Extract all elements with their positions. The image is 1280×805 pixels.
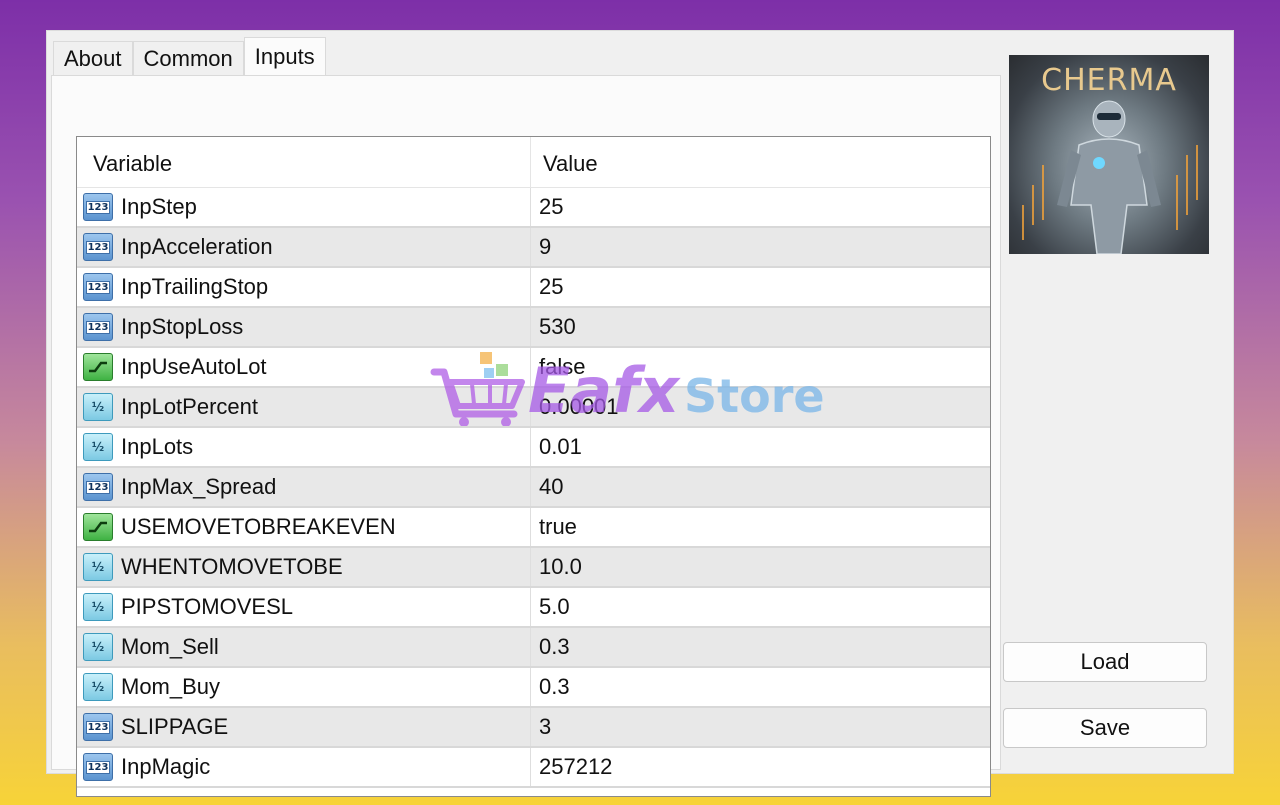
variable-cell: 123 InpAcceleration [77,228,531,266]
product-logo: CHERMA [1009,55,1209,254]
variable-name: InpStep [121,194,197,219]
table-row[interactable]: ½ Mom_Sell 0.3 [77,628,990,668]
value-cell[interactable]: 40 [531,468,990,506]
double-type-icon: ½ [83,553,113,581]
variable-name: InpStopLoss [121,314,244,339]
table-row[interactable]: ½ WHENTOMOVETOBE 10.0 [77,548,990,588]
variable-cell: 123 SLIPPAGE [77,708,531,746]
variable-cell: ½ Mom_Buy [77,668,531,706]
value-cell[interactable]: 10.0 [531,548,990,586]
integer-type-icon: 123 [83,753,113,781]
variable-name: SLIPPAGE [121,714,229,739]
variable-name: WHENTOMOVETOBE [121,554,343,579]
variable-cell: USEMOVETOBREAKEVEN [77,508,531,546]
value-cell[interactable]: 25 [531,268,990,306]
tab-inputs[interactable]: Inputs [243,37,326,75]
boolean-type-icon [83,353,113,381]
integer-type-icon: 123 [83,193,113,221]
value-cell[interactable]: 25 [531,188,990,226]
variable-name: PIPSTOMOVESL [121,594,293,619]
inputs-grid: Variable Value 123 InpStep 25 123 InpAcceler… [76,136,991,797]
variable-cell: 123 InpMagic [77,748,531,786]
value-cell[interactable]: 0.01 [531,428,990,466]
tab-common[interactable]: Common [132,41,244,75]
value-cell[interactable]: true [531,508,990,546]
cart-icon [430,352,525,426]
watermark-suffix: Store [684,369,825,423]
double-type-icon: ½ [83,633,113,661]
watermark-brand: Eafx [528,354,681,426]
grid-header: Variable Value [77,137,990,188]
double-type-icon: ½ [83,593,113,621]
tab-about[interactable]: About [53,41,133,75]
variable-cell: ½ Mom_Sell [77,628,531,666]
value-cell[interactable]: 0.3 [531,668,990,706]
variable-name: InpUseAutoLot [121,354,267,379]
variable-cell: 123 InpTrailingStop [77,268,531,306]
integer-type-icon: 123 [83,313,113,341]
variable-name: InpLotPercent [121,394,258,419]
load-button[interactable]: Load [1003,642,1207,682]
variable-name: USEMOVETOBREAKEVEN [121,514,396,539]
double-type-icon: ½ [83,673,113,701]
integer-type-icon: 123 [83,473,113,501]
variable-cell: 123 InpStep [77,188,531,226]
variable-name: InpTrailingStop [121,274,269,299]
variable-cell: 123 InpMax_Spread [77,468,531,506]
logo-text: CHERMA [1041,63,1177,98]
variable-cell: ½ WHENTOMOVETOBE [77,548,531,586]
table-row[interactable]: 123 InpAcceleration 9 [77,228,990,268]
double-type-icon: ½ [83,433,113,461]
value-cell[interactable]: 5.0 [531,588,990,626]
variable-name: InpLots [121,434,194,459]
double-type-icon: ½ [83,393,113,421]
table-row[interactable]: ½ InpLots 0.01 [77,428,990,468]
save-button[interactable]: Save [1003,708,1207,748]
value-cell[interactable]: 9 [531,228,990,266]
watermark-logo: Eafx Store [430,352,825,426]
column-header-value[interactable]: Value [531,137,990,187]
integer-type-icon: 123 [83,273,113,301]
grid-rows: 123 InpStep 25 123 InpAcceleration 9 123 InpTra… [77,188,990,788]
tab-bar: About Common Inputs [53,37,326,77]
table-row[interactable]: 123 InpStep 25 [77,188,990,228]
table-row[interactable]: 123 InpMagic 257212 [77,748,990,788]
table-row[interactable]: ½ PIPSTOMOVESL 5.0 [77,588,990,628]
value-cell[interactable]: 3 [531,708,990,746]
variable-cell: ½ PIPSTOMOVESL [77,588,531,626]
table-row[interactable]: ½ Mom_Buy 0.3 [77,668,990,708]
variable-name: Mom_Sell [121,634,219,659]
integer-type-icon: 123 [83,233,113,261]
table-row[interactable]: 123 InpMax_Spread 40 [77,468,990,508]
value-cell[interactable]: 0.3 [531,628,990,666]
variable-cell: ½ InpLots [77,428,531,466]
variable-name: InpMagic [121,754,211,779]
boolean-type-icon [83,513,113,541]
table-row[interactable]: 123 SLIPPAGE 3 [77,708,990,748]
variable-name: Mom_Buy [121,674,221,699]
column-header-variable[interactable]: Variable [77,137,531,187]
value-cell[interactable]: 257212 [531,748,990,786]
variable-name: InpMax_Spread [121,474,277,499]
table-row[interactable]: USEMOVETOBREAKEVEN true [77,508,990,548]
variable-name: InpAcceleration [121,234,273,259]
integer-type-icon: 123 [83,713,113,741]
table-row[interactable]: 123 InpTrailingStop 25 [77,268,990,308]
